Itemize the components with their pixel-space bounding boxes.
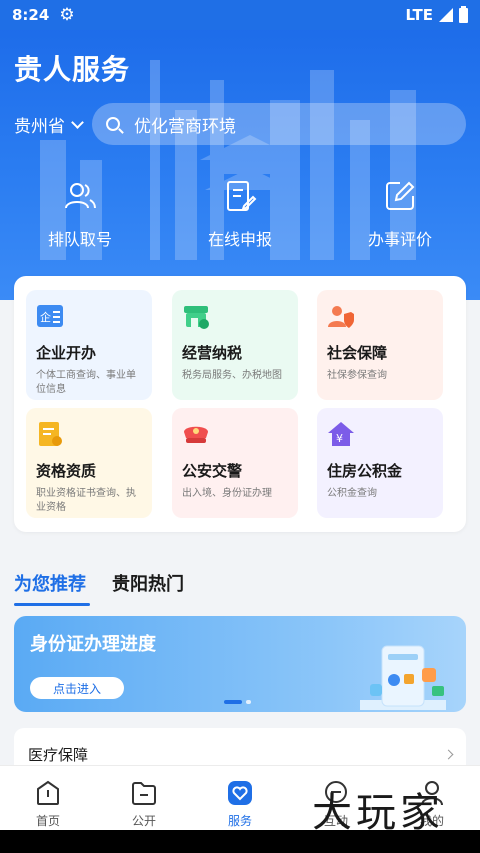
service-name: 公安交警 [182,462,243,480]
folder-icon [132,782,156,805]
gear-icon: ⚙ [59,5,75,25]
service-housing-fund[interactable]: ¥ 住房公积金 公积金查询 [317,408,443,518]
svg-text:¥: ¥ [336,432,343,445]
review-pen-icon [386,181,415,210]
tab-guiyang-hot[interactable]: 贵阳热门 [112,570,184,596]
id-card-banner[interactable]: 身份证办理进度 点击进入 [14,616,466,712]
network-label: LTE [405,6,433,24]
banner-enter-button[interactable]: 点击进入 [30,677,124,699]
service-police[interactable]: 公安交警 出入境、身份证办理 [172,408,298,518]
phone-illustration-icon [360,645,446,710]
carousel-dot-active [224,700,242,704]
recommend-tabs: 为您推荐 贵阳热门 [14,570,184,606]
quick-action-label: 排队取号 [47,230,112,249]
quick-action-declare[interactable]: 在线申报 [160,178,320,250]
service-tax[interactable]: 经营纳税 税务局服务、办税地图 [172,290,298,400]
signal-icon [439,8,453,22]
service-name: 资格资质 [36,462,97,480]
service-enterprise[interactable]: 企 企业开办 个体工商查询、事业单位信息 [26,290,152,400]
home-icon [37,780,59,805]
province-selector[interactable]: 贵州省 [14,112,84,137]
service-name: 住房公积金 [327,462,403,480]
nav-service[interactable]: 服务 [192,766,288,830]
certificate-icon [39,422,62,446]
status-time: 8:24 [12,6,50,24]
banner-title: 身份证办理进度 [30,634,156,655]
shop-icon [184,306,209,329]
nav-label: 公开 [131,814,156,828]
svg-text:企: 企 [40,310,51,324]
system-nav-bar [0,830,480,853]
watermark-logo: 大玩家 [312,790,444,836]
service-desc: 出入境、身份证办理 [182,488,272,499]
service-desc: 税务局服务、办税地图 [182,370,282,381]
header-hero [0,0,480,300]
status-bar: 8:24 ⚙ LTE [0,0,480,30]
nav-label: 首页 [35,814,60,828]
enterprise-icon: 企 [37,305,63,327]
battery-icon [459,5,468,23]
search-icon [106,117,120,131]
quick-action-review[interactable]: 办事评价 [320,178,480,250]
service-name: 企业开办 [36,344,97,362]
police-cap-icon [184,426,208,443]
quick-action-label: 在线申报 [207,230,272,249]
service-social-security[interactable]: 社会保障 社保参保查询 [317,290,443,400]
list-item-label: 医疗保障 [28,745,89,764]
carousel-dot [246,700,251,704]
page-title: 贵人服务 [14,53,131,86]
service-heart-icon [228,781,252,805]
edit-document-icon [227,181,257,211]
service-name: 社会保障 [327,344,388,362]
quick-actions: 排队取号 在线申报 办事评价 [0,178,480,250]
people-icon [65,183,96,209]
search-placeholder: 优化营商环境 [134,116,236,137]
service-name: 经营纳税 [182,344,243,362]
nav-label: 服务 [227,814,252,828]
service-qualification[interactable]: 资格资质 职业资格证书查询、执业资格 [26,408,152,518]
quick-action-label: 办事评价 [367,230,432,249]
tab-recommend[interactable]: 为您推荐 [14,570,90,606]
social-security-icon [328,306,354,328]
quick-action-queue[interactable]: 排队取号 [0,178,160,250]
service-desc: 职业资格证书查询、执业资格 [36,488,136,513]
housing-fund-icon: ¥ [328,422,354,446]
service-desc: 社保参保查询 [327,370,387,381]
nav-public[interactable]: 公开 [96,766,192,830]
search-input[interactable]: 优化营商环境 [92,103,466,145]
service-desc: 公积金查询 [327,488,377,499]
province-label: 贵州省 [14,117,65,137]
carousel-indicator [224,700,251,704]
nav-home[interactable]: 首页 [0,766,96,830]
chevron-down-icon [71,116,84,129]
service-desc: 个体工商查询、事业单位信息 [36,370,136,395]
chevron-right-icon [443,749,454,759]
service-grid: 企 企业开办 个体工商查询、事业单位信息 经营纳税 税务局服务、办税地图 社会保… [14,276,466,532]
